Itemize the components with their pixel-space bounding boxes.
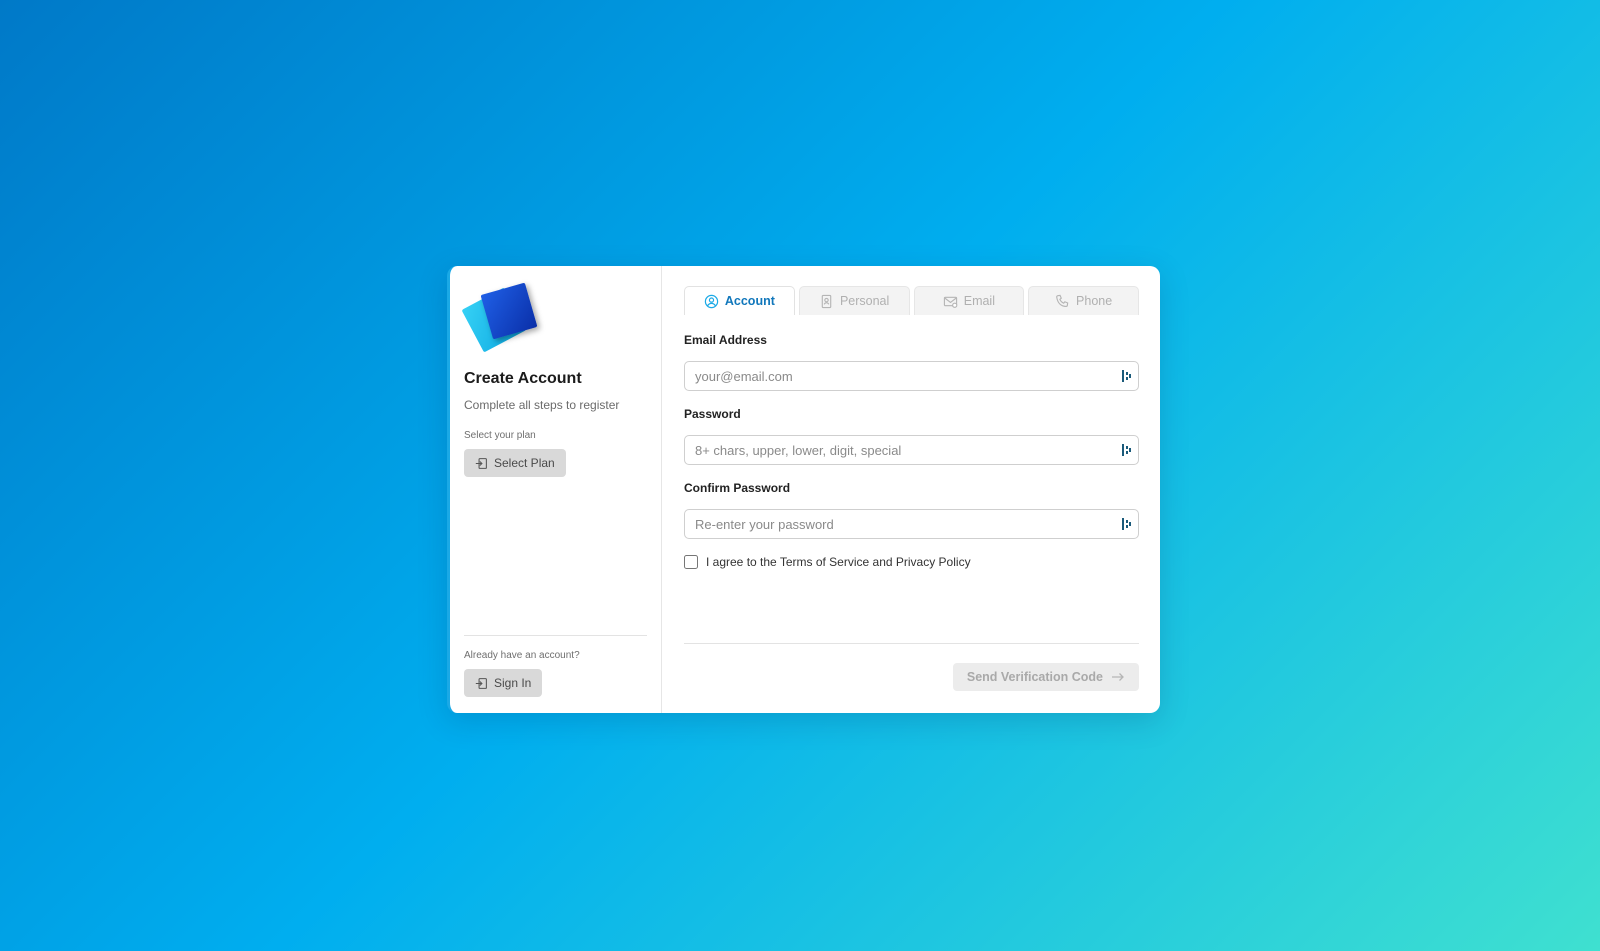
page-subtitle: Complete all steps to register: [464, 398, 620, 412]
login-icon: [475, 677, 487, 689]
password-input[interactable]: [684, 435, 1139, 465]
form-footer: Send Verification Code: [684, 663, 1139, 691]
select-plan-label: Select Plan: [494, 456, 555, 470]
step-tabs: Account Personal Email Phone: [684, 286, 1139, 315]
user-circle-icon: [704, 294, 719, 308]
password-manager-icon[interactable]: [1121, 517, 1133, 531]
login-icon: [475, 457, 487, 469]
email-input[interactable]: [684, 361, 1139, 391]
password-label: Password: [684, 407, 741, 421]
mail-icon: [943, 296, 958, 308]
id-card-icon: [821, 294, 832, 308]
sign-in-label: Sign In: [494, 676, 532, 690]
tab-personal-label: Personal: [839, 294, 890, 308]
password-field-wrap: [684, 435, 1139, 465]
tab-account[interactable]: Account: [684, 286, 795, 315]
send-verification-code-button[interactable]: Send Verification Code: [952, 663, 1139, 691]
password-manager-icon[interactable]: [1121, 369, 1133, 383]
password-manager-icon[interactable]: [1121, 443, 1133, 457]
tab-phone-label: Phone: [1076, 294, 1113, 308]
select-plan-button[interactable]: Select Plan: [464, 449, 566, 477]
email-label: Email Address: [684, 333, 767, 347]
terms-checkbox[interactable]: [684, 555, 698, 569]
page-title: Create Account: [464, 370, 582, 387]
confirm-password-field-wrap: [684, 509, 1139, 539]
send-verification-code-label: Send Verification Code: [966, 670, 1103, 684]
email-field-wrap: [684, 361, 1139, 391]
tab-personal[interactable]: Personal: [798, 286, 910, 315]
tab-phone[interactable]: Phone: [1028, 286, 1139, 315]
phone-icon: [1056, 294, 1069, 307]
confirm-password-input[interactable]: [684, 509, 1139, 539]
register-card: Create Account Complete all steps to reg…: [447, 266, 1160, 713]
tab-account-label: Account: [724, 294, 775, 308]
tab-email-label: Email: [963, 294, 995, 308]
sidebar: Create Account Complete all steps to reg…: [450, 266, 662, 713]
sidebar-divider: [464, 635, 647, 636]
footer-divider: [684, 643, 1139, 644]
plan-label: Select your plan: [464, 430, 536, 441]
tab-email[interactable]: Email: [913, 286, 1025, 315]
arrow-right-icon: [1112, 673, 1124, 681]
form-panel: Account Personal Email Phone Email Addre…: [662, 266, 1160, 713]
brand-logo: [461, 282, 538, 353]
sign-in-button[interactable]: Sign In: [464, 669, 543, 697]
terms-row[interactable]: I agree to the Terms of Service and Priv…: [684, 555, 1139, 569]
terms-label: I agree to the Terms of Service and Priv…: [706, 555, 971, 569]
confirm-password-label: Confirm Password: [684, 481, 791, 495]
account-prompt: Already have an account?: [464, 650, 580, 661]
